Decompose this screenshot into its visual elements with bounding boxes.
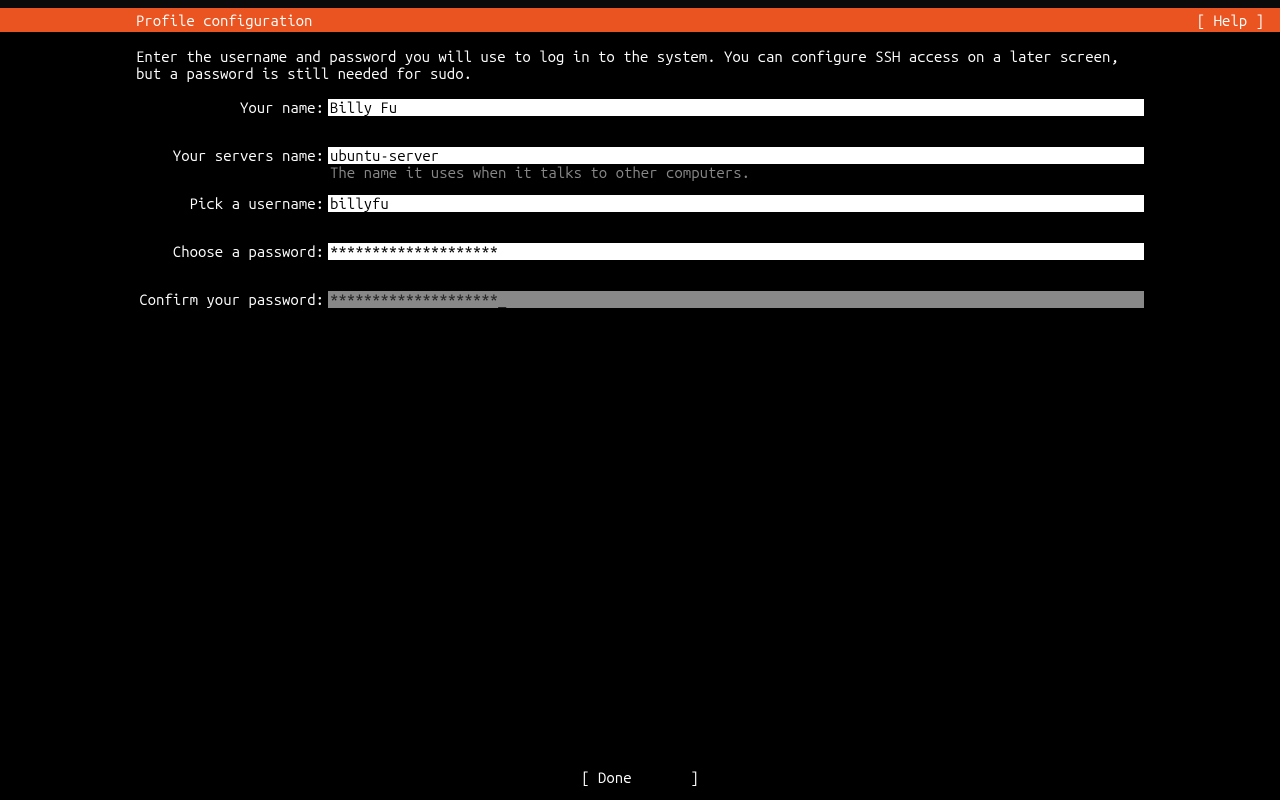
done-button[interactable]: [ Done ] — [581, 769, 699, 786]
page-title: Profile configuration — [136, 12, 312, 29]
password-input[interactable]: ******************** — [328, 243, 1144, 260]
header-bar: Profile configuration [ Help ] — [0, 8, 1280, 32]
username-input[interactable]: billyfu — [328, 195, 1144, 212]
help-button[interactable]: [ Help ] — [1197, 12, 1264, 29]
confirm-password-input[interactable]: ********************_ — [328, 291, 1144, 308]
your-name-input[interactable]: Billy Fu — [328, 99, 1144, 116]
server-name-label: Your servers name: — [136, 147, 328, 164]
server-name-input[interactable]: ubuntu-server — [328, 147, 1144, 164]
confirm-password-label: Confirm your password: — [136, 291, 328, 308]
instruction-text: Enter the username and password you will… — [136, 48, 1144, 83]
text-cursor: _ — [498, 291, 506, 308]
password-label: Choose a password: — [136, 243, 328, 260]
username-label: Pick a username: — [136, 195, 328, 212]
your-name-label: Your name: — [136, 99, 328, 116]
server-name-hint: The name it uses when it talks to other … — [328, 164, 1144, 181]
